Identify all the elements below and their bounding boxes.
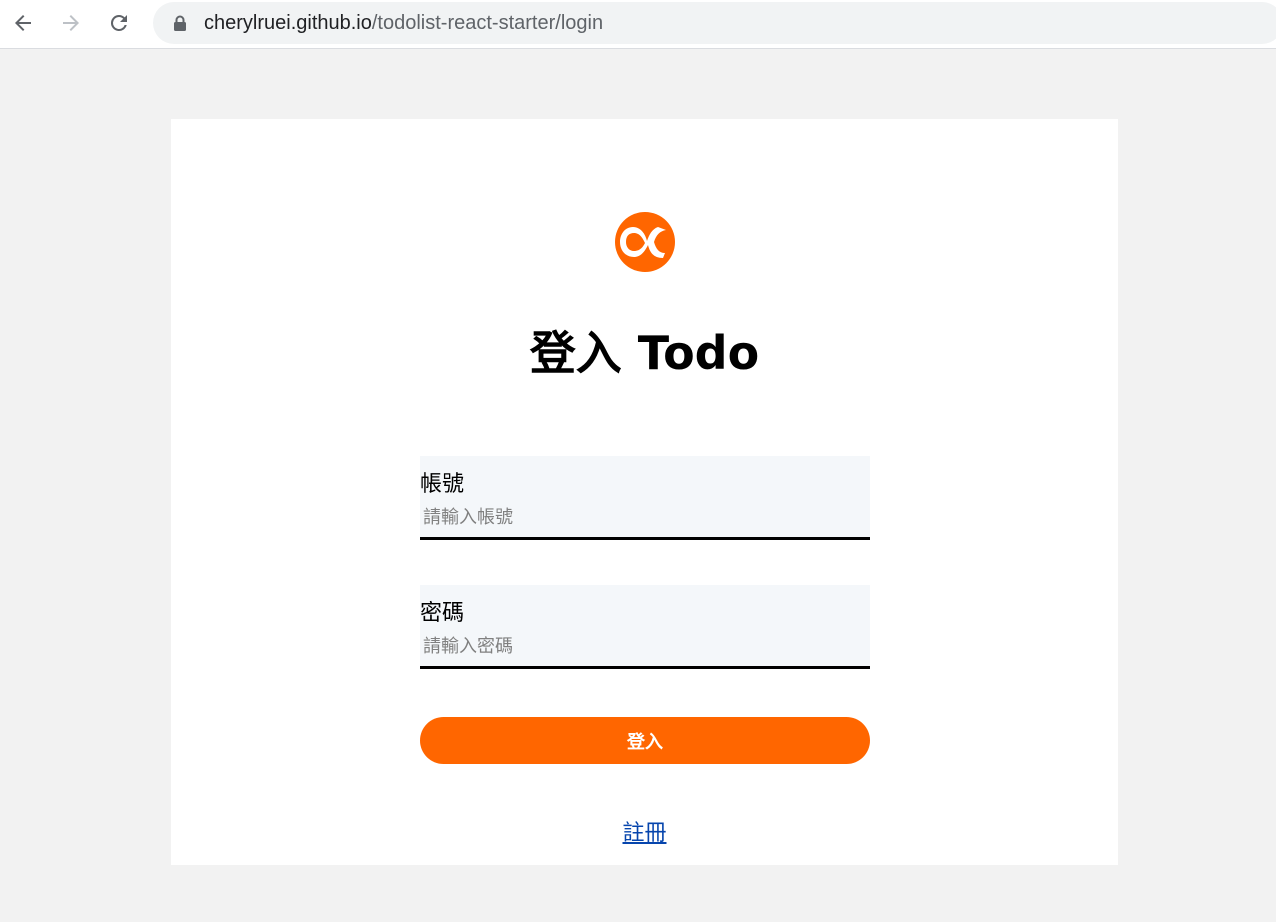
- lock-icon: [174, 15, 186, 31]
- alpha-logo-icon: [615, 212, 675, 272]
- password-label: 密碼: [420, 601, 465, 626]
- back-button[interactable]: [6, 6, 40, 40]
- reload-icon: [110, 14, 127, 31]
- url-text: cherylruei.github.io/todolist-react-star…: [204, 12, 603, 35]
- password-input[interactable]: [420, 631, 870, 661]
- url-host: cherylruei.github.io: [204, 12, 372, 34]
- account-label: 帳號: [420, 472, 465, 497]
- register-link[interactable]: 註冊: [622, 821, 666, 846]
- register-link-container: 註冊: [171, 815, 1118, 847]
- forward-button[interactable]: [54, 6, 88, 40]
- login-card: 登入 Todo 帳號 密碼 登入 註冊: [171, 119, 1118, 865]
- forward-arrow-icon: [63, 15, 79, 31]
- url-path: /todolist-react-starter/login: [371, 12, 604, 34]
- login-button[interactable]: 登入: [420, 717, 870, 764]
- back-arrow-icon: [15, 15, 31, 31]
- browser-toolbar: cherylruei.github.io/todolist-react-star…: [0, 0, 1276, 49]
- account-input[interactable]: [420, 502, 870, 532]
- account-field: 帳號: [420, 456, 870, 540]
- password-field: 密碼: [420, 585, 870, 669]
- page-title: 登入 Todo: [529, 326, 760, 380]
- address-bar[interactable]: cherylruei.github.io/todolist-react-star…: [153, 2, 1276, 44]
- reload-button[interactable]: [102, 6, 136, 40]
